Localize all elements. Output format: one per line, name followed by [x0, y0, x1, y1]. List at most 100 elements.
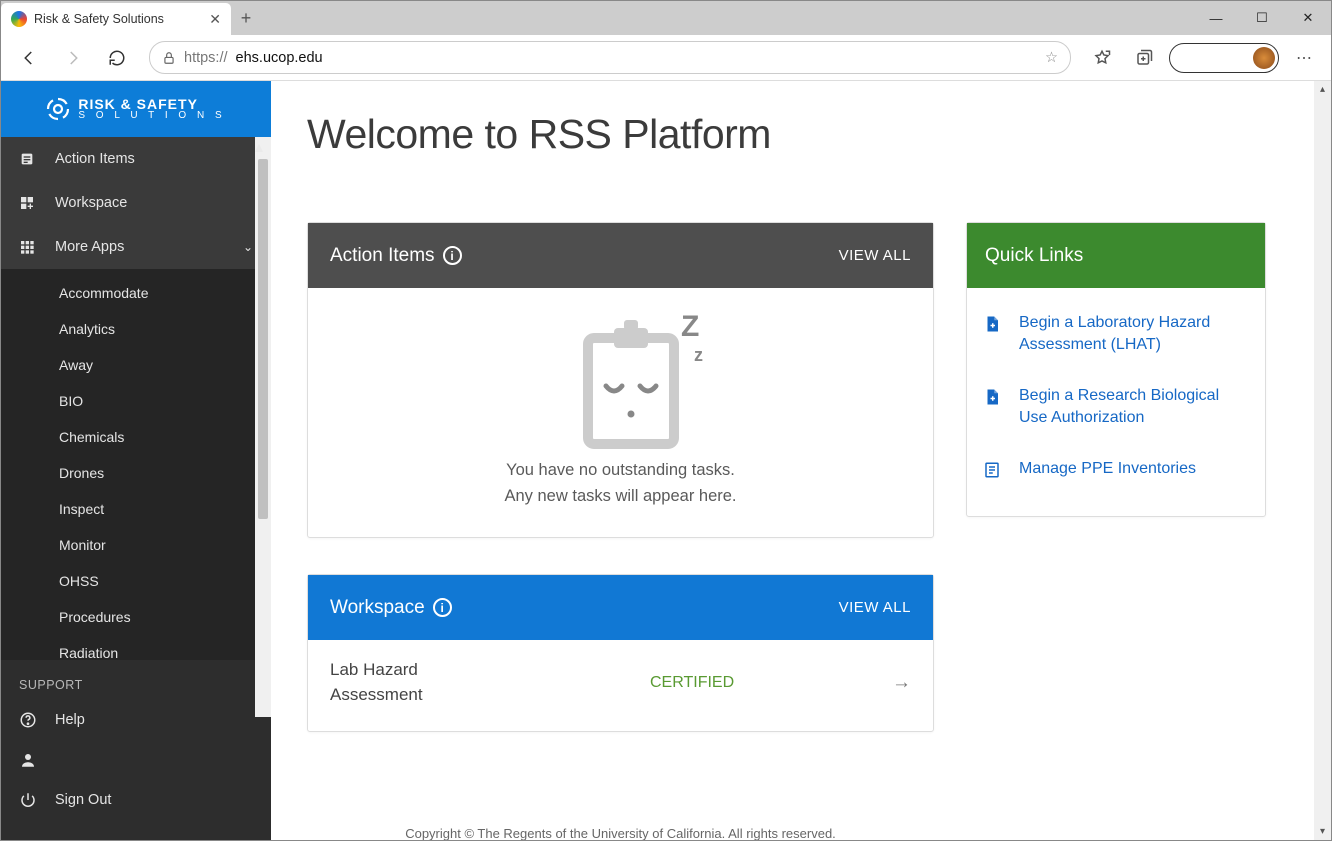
apps-grid-icon	[19, 239, 37, 255]
sidebar-scrollbar[interactable]: ▴	[255, 137, 271, 717]
sidebar-app-accommodate[interactable]: Accommodate	[1, 275, 271, 311]
tab-close-icon[interactable]: ✕	[209, 11, 221, 28]
support-item-label: Help	[55, 712, 85, 728]
url-prefix: https://	[184, 50, 228, 66]
support-heading: SUPPORT	[1, 670, 271, 700]
sidebar-item-label: More Apps	[55, 239, 124, 255]
page-scrollbar[interactable]: ▴ ▾	[1314, 81, 1331, 840]
sidebar-item-action-items[interactable]: Action Items	[1, 137, 271, 181]
window-close-button[interactable]: ✕	[1285, 1, 1331, 35]
browser-toolbar: https:// ehs.ucop.edu ☆ ⋯	[1, 35, 1331, 81]
sidebar-app-monitor[interactable]: Monitor	[1, 527, 271, 563]
list-icon	[19, 151, 37, 167]
favorite-star-icon[interactable]: ☆	[1045, 50, 1058, 66]
refresh-button[interactable]	[99, 40, 135, 76]
svg-text:Z: Z	[681, 310, 699, 343]
quick-link-bio[interactable]: Begin a Research Biological Use Authoriz…	[983, 371, 1249, 444]
sidebar-item-label: Workspace	[55, 195, 127, 211]
sidebar-app-drones[interactable]: Drones	[1, 455, 271, 491]
action-items-title: Action Items	[330, 245, 435, 267]
tab-favicon	[11, 11, 27, 27]
sidebar-app-inspect[interactable]: Inspect	[1, 491, 271, 527]
quick-links-title: Quick Links	[985, 245, 1083, 267]
forward-button[interactable]	[55, 40, 91, 76]
action-items-header: Action Items i VIEW ALL	[308, 223, 933, 288]
sleeping-clipboard-icon: Z z	[566, 306, 676, 446]
address-bar[interactable]: https:// ehs.ucop.edu ☆	[149, 41, 1071, 74]
support-item-signout[interactable]: Sign Out	[1, 780, 271, 820]
document-add-icon	[983, 387, 1003, 407]
workspace-card: Workspace i VIEW ALL Lab Hazard Assessme…	[307, 574, 934, 732]
action-items-view-all[interactable]: VIEW ALL	[839, 247, 911, 264]
scroll-up-icon[interactable]: ▴	[1314, 81, 1331, 98]
power-icon	[19, 791, 37, 809]
quick-link-label: Manage PPE Inventories	[1019, 458, 1196, 480]
sidebar-app-analytics[interactable]: Analytics	[1, 311, 271, 347]
titlebar: Risk & Safety Solutions ✕ + — ☐ ✕	[1, 1, 1331, 35]
info-icon[interactable]: i	[433, 598, 452, 617]
empty-text-2: Any new tasks will appear here.	[328, 484, 913, 510]
page-title: Welcome to RSS Platform	[307, 111, 1266, 158]
back-button[interactable]	[11, 40, 47, 76]
sidebar-support: SUPPORT Help Sign O	[1, 660, 271, 840]
scroll-thumb[interactable]	[258, 159, 268, 519]
sidebar: RISK & SAFETY S O L U T I O N S Action I…	[1, 81, 271, 840]
main-content: Welcome to RSS Platform Action Items i V…	[271, 81, 1314, 840]
workspace-row[interactable]: Lab Hazard Assessment CERTIFIED →	[308, 640, 933, 731]
quick-link-label: Begin a Research Biological Use Authoriz…	[1019, 385, 1249, 430]
person-icon	[19, 751, 37, 769]
tab-title: Risk & Safety Solutions	[34, 12, 164, 26]
brand-line2: S O L U T I O N S	[78, 111, 225, 121]
page-footer: Copyright © The Regents of the Universit…	[307, 826, 934, 840]
sidebar-app-procedures[interactable]: Procedures	[1, 599, 271, 635]
scroll-up-icon[interactable]: ▴	[255, 137, 271, 157]
help-icon	[19, 711, 37, 729]
info-icon[interactable]: i	[443, 246, 462, 265]
scroll-down-icon[interactable]: ▾	[1314, 823, 1331, 840]
workspace-title: Workspace	[330, 597, 425, 619]
brand-line1: RISK & SAFETY	[78, 97, 225, 111]
sidebar-app-bio[interactable]: BIO	[1, 383, 271, 419]
page-viewport: RISK & SAFETY S O L U T I O N S Action I…	[1, 81, 1331, 840]
support-item-profile[interactable]	[1, 740, 271, 780]
document-add-icon	[983, 314, 1003, 334]
quick-link-label: Begin a Laboratory Hazard Assessment (LH…	[1019, 312, 1249, 357]
list-box-icon	[983, 460, 1003, 480]
quick-link-lhat[interactable]: Begin a Laboratory Hazard Assessment (LH…	[983, 298, 1249, 371]
sidebar-app-away[interactable]: Away	[1, 347, 271, 383]
sidebar-item-more-apps[interactable]: More Apps ⌄	[1, 225, 271, 269]
sidebar-item-label: Action Items	[55, 151, 135, 167]
browser-tab[interactable]: Risk & Safety Solutions ✕	[1, 3, 231, 35]
sidebar-item-workspace[interactable]: Workspace	[1, 181, 271, 225]
window-controls: — ☐ ✕	[1193, 1, 1331, 35]
arrow-right-icon[interactable]: →	[892, 672, 911, 694]
quick-links-card: Quick Links Begin a Laboratory Hazard As…	[966, 222, 1266, 517]
sidebar-list: Action Items Workspace More Apps ⌄ A	[1, 137, 271, 660]
sidebar-apps-submenu: Accommodate Analytics Away BIO Chemicals…	[1, 269, 271, 660]
profile-avatar	[1253, 47, 1275, 69]
support-item-label: Sign Out	[55, 792, 111, 808]
brand-header[interactable]: RISK & SAFETY S O L U T I O N S	[1, 81, 271, 137]
quick-links-header: Quick Links	[967, 223, 1265, 288]
browser-window: Risk & Safety Solutions ✕ + — ☐ ✕ https:…	[0, 0, 1332, 841]
window-maximize-button[interactable]: ☐	[1239, 1, 1285, 35]
empty-text-1: You have no outstanding tasks.	[328, 458, 913, 484]
profile-button[interactable]	[1169, 43, 1279, 73]
favorites-button[interactable]	[1085, 41, 1119, 75]
new-tab-button[interactable]: +	[231, 1, 261, 35]
workspace-item-status: CERTIFIED	[650, 674, 734, 692]
url-host: ehs.ucop.edu	[236, 50, 323, 66]
more-menu-button[interactable]: ⋯	[1287, 41, 1321, 75]
collections-button[interactable]	[1127, 41, 1161, 75]
workspace-view-all[interactable]: VIEW ALL	[839, 599, 911, 616]
support-item-help[interactable]: Help	[1, 700, 271, 740]
svg-text:z: z	[694, 345, 703, 365]
brand-logo-icon	[46, 97, 70, 121]
window-minimize-button[interactable]: —	[1193, 1, 1239, 35]
sidebar-app-chemicals[interactable]: Chemicals	[1, 419, 271, 455]
lock-icon	[162, 51, 176, 65]
action-items-card: Action Items i VIEW ALL Z z	[307, 222, 934, 538]
quick-link-ppe[interactable]: Manage PPE Inventories	[983, 444, 1249, 494]
sidebar-app-radiation[interactable]: Radiation	[1, 635, 271, 660]
sidebar-app-ohss[interactable]: OHSS	[1, 563, 271, 599]
